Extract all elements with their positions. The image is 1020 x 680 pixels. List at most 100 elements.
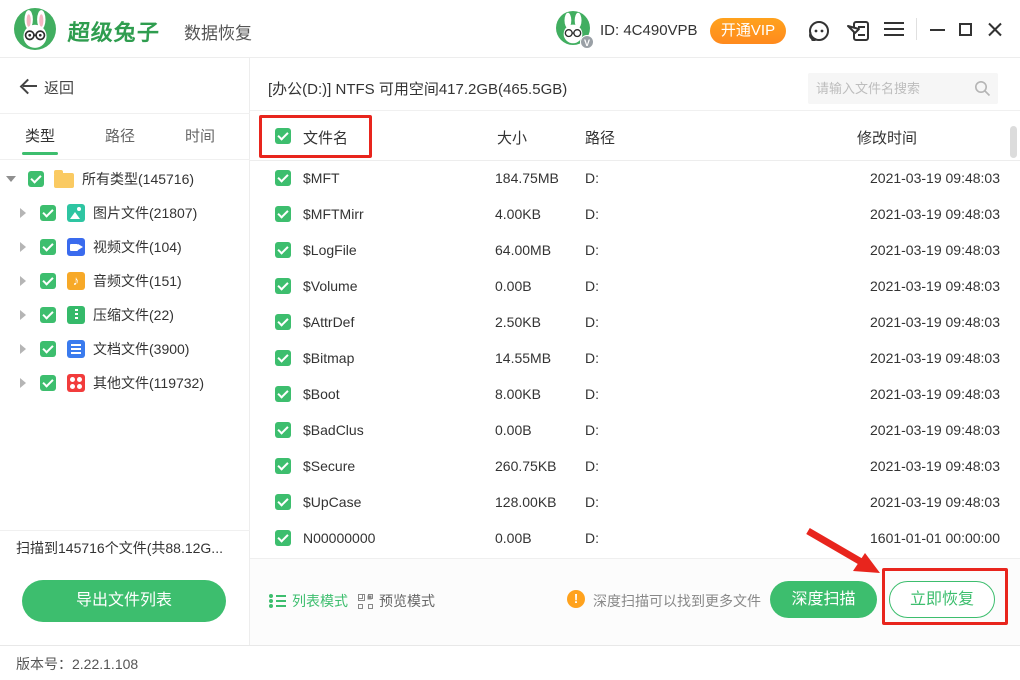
table-row[interactable]: $LogFile 64.00MB D: 2021-03-19 09:48:03 — [250, 232, 1020, 268]
row-checkbox[interactable] — [275, 458, 291, 474]
deep-scan-button[interactable]: 深度扫描 — [770, 581, 877, 618]
feedback-icon[interactable] — [846, 18, 872, 44]
tree-item-label: 音频文件(151) — [93, 271, 182, 291]
file-size: 0.00B — [495, 422, 532, 438]
preview-mode-toggle[interactable]: 预览模式 — [358, 591, 435, 611]
tree-checkbox[interactable] — [28, 171, 44, 187]
sidebar-divider — [0, 530, 250, 531]
file-size: 2.50KB — [495, 314, 541, 330]
video-file-icon — [67, 238, 85, 256]
tab-label: 时间 — [185, 128, 215, 145]
back-button[interactable]: 返回 — [0, 58, 250, 114]
expander-arrow-icon[interactable] — [6, 174, 16, 184]
sidebar-tab-1[interactable]: 路径 — [80, 114, 160, 159]
tree-checkbox[interactable] — [40, 239, 56, 255]
file-size: 0.00B — [495, 530, 532, 546]
tree-checkbox[interactable] — [40, 341, 56, 357]
file-mtime: 2021-03-19 09:48:03 — [790, 458, 1000, 474]
tree-item[interactable]: 图片文件(21807) — [0, 196, 250, 230]
file-name: $AttrDef — [303, 314, 354, 330]
column-header-mtime[interactable]: 修改时间 — [857, 127, 917, 148]
table-row[interactable]: N00000000 0.00B D: 1601-01-01 00:00:00 — [250, 520, 1020, 556]
row-checkbox[interactable] — [275, 386, 291, 402]
menu-icon[interactable] — [884, 22, 904, 36]
tree-checkbox[interactable] — [40, 375, 56, 391]
table-row[interactable]: $Boot 8.00KB D: 2021-03-19 09:48:03 — [250, 376, 1020, 412]
table-row[interactable]: $MFT 184.75MB D: 2021-03-19 09:48:03 — [250, 160, 1020, 196]
recover-now-button[interactable]: 立即恢复 — [889, 581, 995, 618]
file-name: $Secure — [303, 458, 355, 474]
row-checkbox[interactable] — [275, 314, 291, 330]
file-size: 8.00KB — [495, 386, 541, 402]
tree-item[interactable]: 其他文件(119732) — [0, 366, 250, 400]
row-checkbox[interactable] — [275, 494, 291, 510]
main-panel: [办公(D:)] NTFS 可用空间417.2GB(465.5GB) 文件名 大… — [250, 58, 1020, 645]
expander-arrow-icon[interactable] — [18, 276, 28, 286]
column-header-size[interactable]: 大小 — [497, 127, 527, 148]
file-name: N00000000 — [303, 530, 375, 546]
row-checkbox[interactable] — [275, 530, 291, 546]
close-button[interactable] — [986, 21, 1003, 38]
table-row[interactable]: $UpCase 128.00KB D: 2021-03-19 09:48:03 — [250, 484, 1020, 520]
image-file-icon — [67, 204, 85, 222]
expander-arrow-icon[interactable] — [18, 208, 28, 218]
expander-arrow-icon[interactable] — [18, 344, 28, 354]
table-row[interactable]: $Secure 260.75KB D: 2021-03-19 09:48:03 — [250, 448, 1020, 484]
sidebar-tab-2[interactable]: 时间 — [160, 114, 240, 159]
maximize-button[interactable] — [959, 23, 972, 36]
open-vip-button[interactable]: 开通VIP — [710, 18, 786, 44]
minimize-button[interactable] — [930, 29, 945, 31]
row-checkbox[interactable] — [275, 242, 291, 258]
expander-arrow-icon[interactable] — [18, 310, 28, 320]
back-label: 返回 — [44, 77, 74, 98]
list-mode-toggle[interactable]: 列表模式 — [268, 591, 348, 611]
row-checkbox[interactable] — [275, 278, 291, 294]
table-row[interactable]: $Bitmap 14.55MB D: 2021-03-19 09:48:03 — [250, 340, 1020, 376]
row-checkbox[interactable] — [275, 422, 291, 438]
table-row[interactable]: $BadClus 0.00B D: 2021-03-19 09:48:03 — [250, 412, 1020, 448]
file-size: 14.55MB — [495, 350, 551, 366]
file-size: 128.00KB — [495, 494, 557, 510]
table-row[interactable]: $AttrDef 2.50KB D: 2021-03-19 09:48:03 — [250, 304, 1020, 340]
table-row[interactable]: $Volume 0.00B D: 2021-03-19 09:48:03 — [250, 268, 1020, 304]
user-id-label: ID: 4C490VPB — [600, 22, 698, 39]
table-row[interactable]: $MFTMirr 4.00KB D: 2021-03-19 09:48:03 — [250, 196, 1020, 232]
expander-arrow-icon[interactable] — [18, 242, 28, 252]
title-bar: 超级兔子 数据恢复 V ID: 4C490VPB 开通VIP — [0, 0, 1020, 58]
search-icon[interactable] — [974, 80, 991, 97]
file-mtime: 2021-03-19 09:48:03 — [790, 350, 1000, 366]
sidebar-tab-0[interactable]: 类型 — [0, 114, 80, 159]
bottom-action-bar: 列表模式 预览模式 ! 深度扫描可以找到更多文件 深度扫描 立即恢复 — [250, 558, 1020, 645]
file-name: $Volume — [303, 278, 357, 294]
preview-mode-icon — [358, 594, 373, 609]
tree-item[interactable]: 压缩文件(22) — [0, 298, 250, 332]
row-checkbox[interactable] — [275, 350, 291, 366]
tree-item[interactable]: 音频文件(151) — [0, 264, 250, 298]
titlebar-separator — [916, 18, 917, 40]
file-name: $Bitmap — [303, 350, 354, 366]
row-checkbox[interactable] — [275, 206, 291, 222]
column-header-filename[interactable]: 文件名 — [303, 127, 348, 148]
tree-item[interactable]: 文档文件(3900) — [0, 332, 250, 366]
tree-checkbox[interactable] — [40, 273, 56, 289]
select-all-checkbox[interactable] — [275, 128, 291, 144]
user-avatar[interactable]: V — [556, 11, 594, 49]
column-header-path[interactable]: 路径 — [585, 127, 615, 148]
row-checkbox[interactable] — [275, 170, 291, 186]
scrollbar-thumb[interactable] — [1010, 126, 1017, 158]
tree-checkbox[interactable] — [40, 307, 56, 323]
file-path: D: — [585, 458, 599, 474]
search-input[interactable] — [808, 73, 966, 104]
export-file-list-button[interactable]: 导出文件列表 — [22, 580, 226, 622]
customer-service-icon[interactable] — [806, 18, 832, 44]
file-mtime: 2021-03-19 09:48:03 — [790, 206, 1000, 222]
table-header: 文件名 大小 路径 修改时间 — [250, 111, 1020, 160]
tree-item[interactable]: 视频文件(104) — [0, 230, 250, 264]
list-mode-icon — [268, 593, 286, 609]
tree-checkbox[interactable] — [40, 205, 56, 221]
expander-arrow-icon[interactable] — [18, 378, 28, 388]
tree-item-label: 压缩文件(22) — [93, 305, 174, 325]
tree-item-label: 文档文件(3900) — [93, 339, 189, 359]
tree-item[interactable]: 所有类型(145716) — [0, 162, 250, 196]
sidebar-tabs: 类型 路径 时间 — [0, 114, 250, 160]
